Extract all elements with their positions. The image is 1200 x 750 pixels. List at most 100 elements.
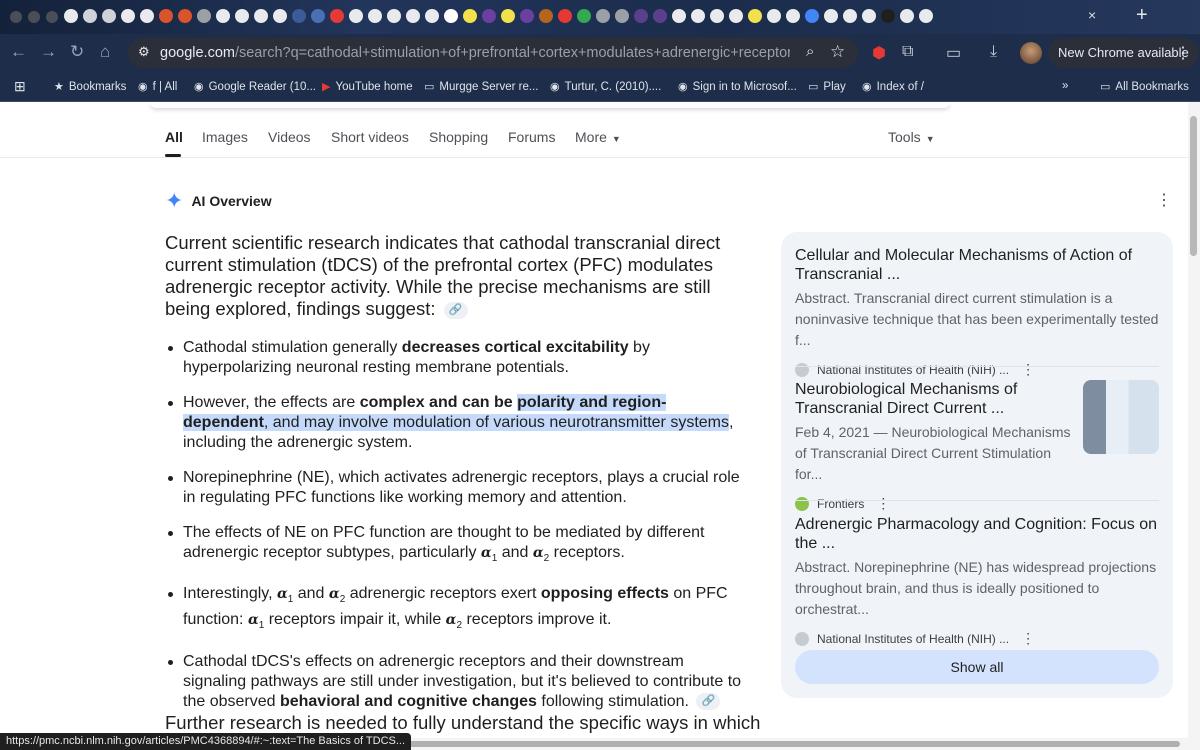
tab-favicon[interactable]: [463, 9, 477, 23]
tab-favicon[interactable]: [140, 9, 154, 23]
tab-favicon[interactable]: [786, 9, 800, 23]
tab-favicon[interactable]: [254, 9, 268, 23]
bookmark-item[interactable]: ◉ f | All: [138, 80, 177, 93]
tab-more[interactable]: More ▼: [575, 129, 621, 145]
tab-favicon[interactable]: [805, 9, 819, 23]
link-icon[interactable]: 🔗: [696, 692, 721, 710]
tab-favicon[interactable]: [615, 9, 629, 23]
tab-favicon[interactable]: [64, 9, 78, 23]
tab-favicon[interactable]: [862, 9, 876, 23]
tab-favicon[interactable]: [482, 9, 496, 23]
tab-favicon[interactable]: [824, 9, 838, 23]
source-card[interactable]: Cellular and Molecular Mechanisms of Act…: [795, 246, 1159, 378]
source-card[interactable]: Neurobiological Mechanisms of Transcrani…: [795, 380, 1075, 512]
more-options-icon[interactable]: ⋮: [876, 495, 890, 512]
source-card[interactable]: Adrenergic Pharmacology and Cognition: F…: [795, 515, 1159, 647]
browser-menu-icon[interactable]: ⋮: [1175, 43, 1191, 63]
tab-favicon[interactable]: [596, 9, 610, 23]
more-options-icon[interactable]: ⋮: [1021, 630, 1035, 647]
tab-favicon[interactable]: [387, 9, 401, 23]
extension-icon[interactable]: ⬢: [872, 43, 886, 63]
tab-favicon[interactable]: [672, 9, 686, 23]
tab-favicon[interactable]: [691, 9, 705, 23]
maximize-window-button[interactable]: [46, 11, 58, 23]
tab-favicon[interactable]: [425, 9, 439, 23]
close-window-button[interactable]: [10, 11, 22, 23]
source-title[interactable]: Adrenergic Pharmacology and Cognition: F…: [795, 515, 1159, 553]
address-bar[interactable]: ⚙ google.com/search?q=cathodal+stimulati…: [128, 38, 858, 68]
bookmark-item[interactable]: ▭ Murgge Server re...: [424, 80, 538, 93]
address-url[interactable]: google.com/search?q=cathodal+stimulation…: [160, 45, 790, 61]
tab-favicon[interactable]: [216, 9, 230, 23]
minimize-window-button[interactable]: [28, 11, 40, 23]
tab-favicon[interactable]: [121, 9, 135, 23]
tab-images[interactable]: Images: [202, 129, 248, 145]
reload-icon[interactable]: ↻: [70, 42, 84, 62]
tab-favicon[interactable]: [197, 9, 211, 23]
close-tab-icon[interactable]: ×: [1088, 7, 1096, 23]
tab-favicon[interactable]: [102, 9, 116, 23]
tab-favicon[interactable]: [178, 9, 192, 23]
tab-favicon[interactable]: [235, 9, 249, 23]
tab-favicon[interactable]: [748, 9, 762, 23]
tab-short-videos[interactable]: Short videos: [331, 129, 409, 145]
tab-favicon[interactable]: [83, 9, 97, 23]
tab-favicon[interactable]: [520, 9, 534, 23]
tab-shopping[interactable]: Shopping: [429, 129, 488, 145]
tab-favicon[interactable]: [767, 9, 781, 23]
source-title[interactable]: Cellular and Molecular Mechanisms of Act…: [795, 246, 1159, 284]
show-all-button[interactable]: Show all: [795, 650, 1159, 684]
forward-arrow-icon[interactable]: →: [40, 42, 57, 62]
more-options-icon[interactable]: ⋮: [1021, 361, 1035, 378]
tab-favicon[interactable]: [311, 9, 325, 23]
tab-favicon[interactable]: [919, 9, 933, 23]
more-options-icon[interactable]: ⋮: [1156, 190, 1172, 210]
bookmark-item[interactable]: ◉ Turtur, C. (2010)....: [550, 80, 661, 93]
extensions-puzzle-icon[interactable]: ⧉: [902, 43, 913, 61]
bookmark-star-icon[interactable]: ☆: [830, 42, 845, 62]
tab-all[interactable]: All: [165, 129, 183, 145]
tab-favicon[interactable]: [292, 9, 306, 23]
tab-favicon[interactable]: [577, 9, 591, 23]
tab-favicon[interactable]: [406, 9, 420, 23]
tab-favicon[interactable]: [881, 9, 895, 23]
source-thumbnail[interactable]: [1083, 380, 1159, 454]
tab-favicon[interactable]: [653, 9, 667, 23]
tab-favicon[interactable]: [273, 9, 287, 23]
apps-grid-icon[interactable]: ⊞: [14, 78, 26, 95]
tab-favicon[interactable]: [710, 9, 724, 23]
bookmark-item[interactable]: ◉ Google Reader (10...: [194, 80, 316, 93]
tab-favicon[interactable]: [330, 9, 344, 23]
tab-favicon[interactable]: [634, 9, 648, 23]
tab-favicon[interactable]: [444, 9, 458, 23]
bookmark-item[interactable]: ★ Bookmarks: [54, 80, 126, 93]
tab-search-icon[interactable]: ▭: [946, 43, 961, 63]
home-icon[interactable]: ⌂: [100, 42, 110, 62]
tab-favicon[interactable]: [539, 9, 553, 23]
tab-favicon[interactable]: [368, 9, 382, 23]
all-bookmarks-button[interactable]: ▭ All Bookmarks: [1100, 80, 1189, 93]
download-icon[interactable]: ⤓: [990, 43, 997, 61]
bookmarks-overflow-icon[interactable]: »: [1062, 80, 1068, 92]
tab-favicon[interactable]: [729, 9, 743, 23]
search-icon[interactable]: ⌕: [806, 43, 814, 60]
scrollbar-thumb[interactable]: [1190, 116, 1197, 256]
tab-forums[interactable]: Forums: [508, 129, 555, 145]
bookmark-item[interactable]: ◉ Sign in to Microsof...: [678, 80, 797, 93]
back-arrow-icon[interactable]: ←: [10, 42, 27, 62]
tab-favicon[interactable]: [900, 9, 914, 23]
tab-favicon[interactable]: [843, 9, 857, 23]
bookmark-item[interactable]: ◉ Index of /: [862, 80, 924, 93]
link-icon[interactable]: 🔗: [443, 301, 468, 319]
tab-videos[interactable]: Videos: [268, 129, 311, 145]
vertical-scrollbar[interactable]: [1188, 102, 1200, 750]
bookmark-item[interactable]: ▭ Play: [808, 80, 846, 93]
tab-favicon[interactable]: [349, 9, 363, 23]
tab-favicon[interactable]: [501, 9, 515, 23]
tab-favicon[interactable]: [558, 9, 572, 23]
new-tab-icon[interactable]: +: [1136, 4, 1148, 27]
tools-button[interactable]: Tools ▼: [888, 129, 935, 145]
tab-favicon[interactable]: [159, 9, 173, 23]
bookmark-item[interactable]: ▶ YouTube home: [322, 80, 413, 93]
avatar[interactable]: [1020, 42, 1042, 64]
